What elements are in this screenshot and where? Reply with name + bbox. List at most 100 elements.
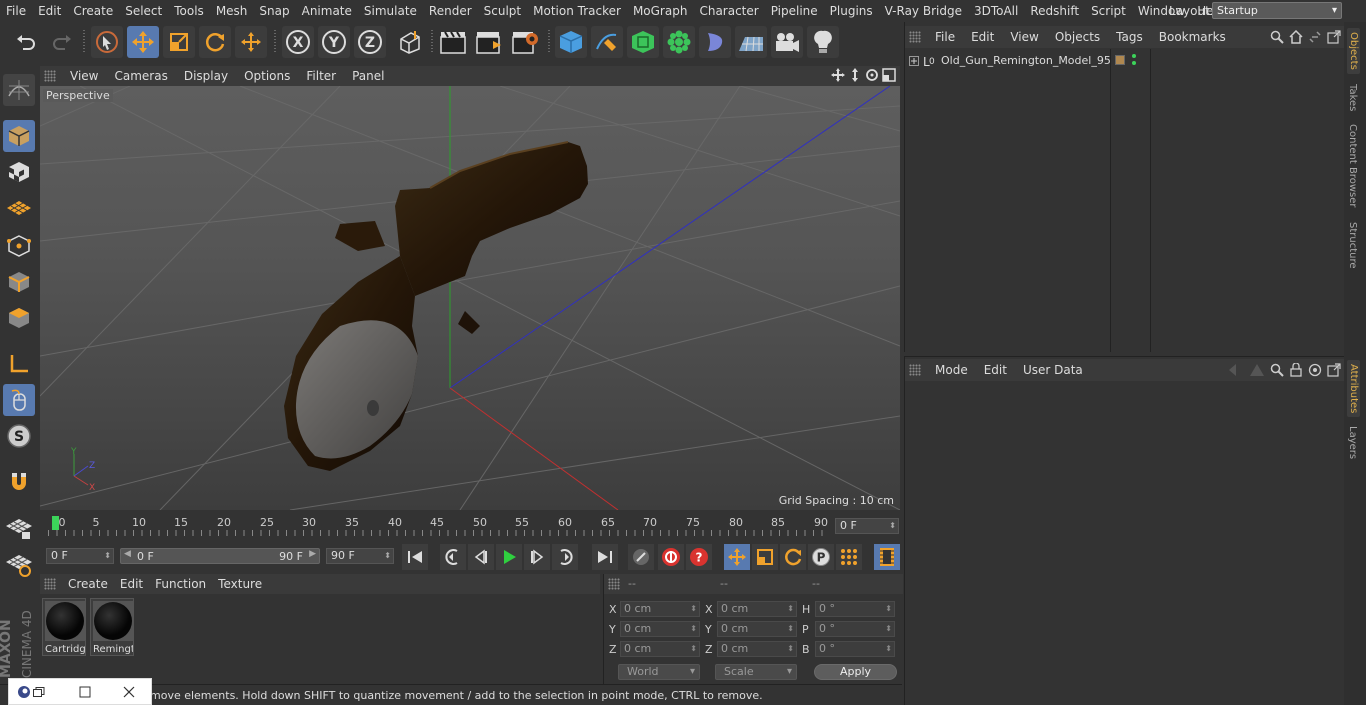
key-point-level-icon[interactable] (836, 544, 862, 570)
apply-button[interactable]: Apply (814, 664, 897, 680)
live-selection-icon[interactable] (91, 26, 123, 58)
record-keys-icon[interactable] (628, 544, 654, 570)
editor-visibility-icon[interactable] (1132, 54, 1136, 58)
x-axis-icon[interactable]: X (282, 26, 314, 58)
rotate-icon[interactable] (199, 26, 231, 58)
make-editable-icon[interactable] (3, 74, 35, 106)
back-arrow-icon[interactable] (1228, 363, 1244, 377)
rot-b-field[interactable]: 0 ° (815, 641, 895, 657)
redo-icon[interactable] (46, 26, 78, 58)
rot-p-field[interactable]: 0 ° (815, 621, 895, 637)
search-icon[interactable] (1270, 30, 1284, 44)
attributes-menu-edit[interactable]: Edit (976, 363, 1015, 377)
close-icon[interactable] (123, 686, 135, 698)
size-mode-dropdown[interactable]: Scale (715, 664, 797, 680)
new-window-icon[interactable] (1327, 363, 1341, 377)
layout-select[interactable]: Startup (1212, 2, 1342, 19)
menu-render[interactable]: Render (423, 4, 478, 18)
restore-icon[interactable] (33, 687, 45, 697)
tab-structure[interactable]: Structure (1347, 222, 1358, 269)
attributes-menu-user-data[interactable]: User Data (1015, 363, 1091, 377)
pen-icon[interactable] (591, 26, 623, 58)
search-icon[interactable] (1270, 363, 1284, 377)
new-window-icon[interactable] (1327, 30, 1341, 44)
menu-select[interactable]: Select (119, 4, 168, 18)
material-swatch[interactable]: Cartridg (42, 598, 86, 656)
current-frame-field[interactable]: 0 F (835, 518, 899, 534)
viewport-camera-label[interactable]: Perspective (43, 89, 113, 102)
object-name[interactable]: Old_Gun_Remington_Model_95 (941, 54, 1111, 67)
menu-plugins[interactable]: Plugins (824, 4, 879, 18)
timeline-ruler[interactable]: 0 5 10 15 20 25 30 35 40 45 50 55 60 65 … (48, 516, 828, 536)
keyframe-selection-icon[interactable]: ? (686, 544, 712, 570)
menu-script[interactable]: Script (1085, 4, 1132, 18)
menu-vray-bridge[interactable]: V-Ray Bridge (879, 4, 968, 18)
viewport-menu-options[interactable]: Options (236, 69, 298, 83)
frame-range-slider[interactable]: ◀ 0 F 90 F ▶ (120, 548, 320, 564)
end-frame-field[interactable]: 90 F (326, 548, 394, 564)
up-arrow-icon[interactable] (1249, 363, 1265, 377)
cube-icon[interactable] (555, 26, 587, 58)
render-settings-icon[interactable] (509, 26, 541, 58)
menu-mograph[interactable]: MoGraph (627, 4, 694, 18)
cloner-icon[interactable] (663, 26, 695, 58)
material-menu-texture[interactable]: Texture (212, 577, 268, 591)
tab-objects[interactable]: Objects (1347, 28, 1360, 74)
menu-animate[interactable]: Animate (296, 4, 358, 18)
objects-menu-edit[interactable]: Edit (963, 30, 1002, 44)
undo-icon[interactable] (10, 26, 42, 58)
range-right-arrow-icon[interactable]: ▶ (309, 549, 316, 559)
texture-mode-icon[interactable] (3, 156, 35, 188)
panel-grip-icon[interactable] (909, 364, 921, 376)
objects-menu-file[interactable]: File (927, 30, 963, 44)
material-swatch[interactable]: Remingt (90, 598, 134, 656)
start-frame-field[interactable]: 0 F (46, 548, 114, 564)
objects-menu-bookmarks[interactable]: Bookmarks (1151, 30, 1234, 44)
workplane-lock-icon[interactable] (3, 512, 35, 544)
menu-file[interactable]: File (0, 4, 32, 18)
menu-character[interactable]: Character (693, 4, 764, 18)
workplane-icon[interactable] (3, 192, 35, 224)
rot-h-field[interactable]: 0 ° (815, 601, 895, 617)
gun-model[interactable] (284, 141, 588, 471)
polygons-mode-icon[interactable] (3, 302, 35, 334)
render-visibility-icon[interactable] (1132, 61, 1136, 65)
tab-attributes[interactable]: Attributes (1347, 360, 1360, 418)
go-to-end-icon[interactable] (592, 544, 618, 570)
menu-pipeline[interactable]: Pipeline (765, 4, 824, 18)
panel-grip-icon[interactable] (44, 70, 56, 82)
link-icon[interactable] (1308, 30, 1322, 44)
home-icon[interactable] (1289, 30, 1303, 44)
viewport-menu-display[interactable]: Display (176, 69, 236, 83)
model-mode-icon[interactable] (3, 120, 35, 152)
tab-takes[interactable]: Takes (1347, 84, 1358, 111)
y-axis-icon[interactable]: Y (318, 26, 350, 58)
menu-mesh[interactable]: Mesh (210, 4, 254, 18)
range-left-arrow-icon[interactable]: ◀ (124, 549, 131, 559)
scale-icon[interactable] (163, 26, 195, 58)
layer-color-icon[interactable] (1115, 55, 1125, 65)
menu-create[interactable]: Create (67, 4, 119, 18)
menu-tools[interactable]: Tools (168, 4, 210, 18)
subdivision-icon[interactable] (627, 26, 659, 58)
rotate-view-icon[interactable] (865, 68, 879, 82)
perspective-viewport[interactable]: Y Z X Perspective Grid Spacing : 10 cm (40, 86, 900, 510)
objects-menu-tags[interactable]: Tags (1108, 30, 1151, 44)
timeline-window-icon[interactable] (874, 544, 900, 570)
render-view-icon[interactable] (437, 26, 469, 58)
attributes-menu-mode[interactable]: Mode (927, 363, 976, 377)
zoom-view-icon[interactable] (848, 68, 862, 82)
key-scale-icon[interactable] (752, 544, 778, 570)
viewport-menu-view[interactable]: View (62, 69, 106, 83)
points-mode-icon[interactable] (3, 230, 35, 262)
previous-keyframe-icon[interactable] (440, 544, 466, 570)
snapping-icon[interactable] (3, 466, 35, 498)
size-x-field[interactable]: 0 cm (717, 601, 797, 617)
menu-simulate[interactable]: Simulate (358, 4, 423, 18)
target-icon[interactable] (1308, 363, 1322, 377)
next-keyframe-icon[interactable] (552, 544, 578, 570)
viewport-menu-cameras[interactable]: Cameras (106, 69, 175, 83)
lock-icon[interactable] (1289, 363, 1303, 377)
panel-grip-icon[interactable] (608, 578, 620, 590)
menu-snap[interactable]: Snap (253, 4, 295, 18)
